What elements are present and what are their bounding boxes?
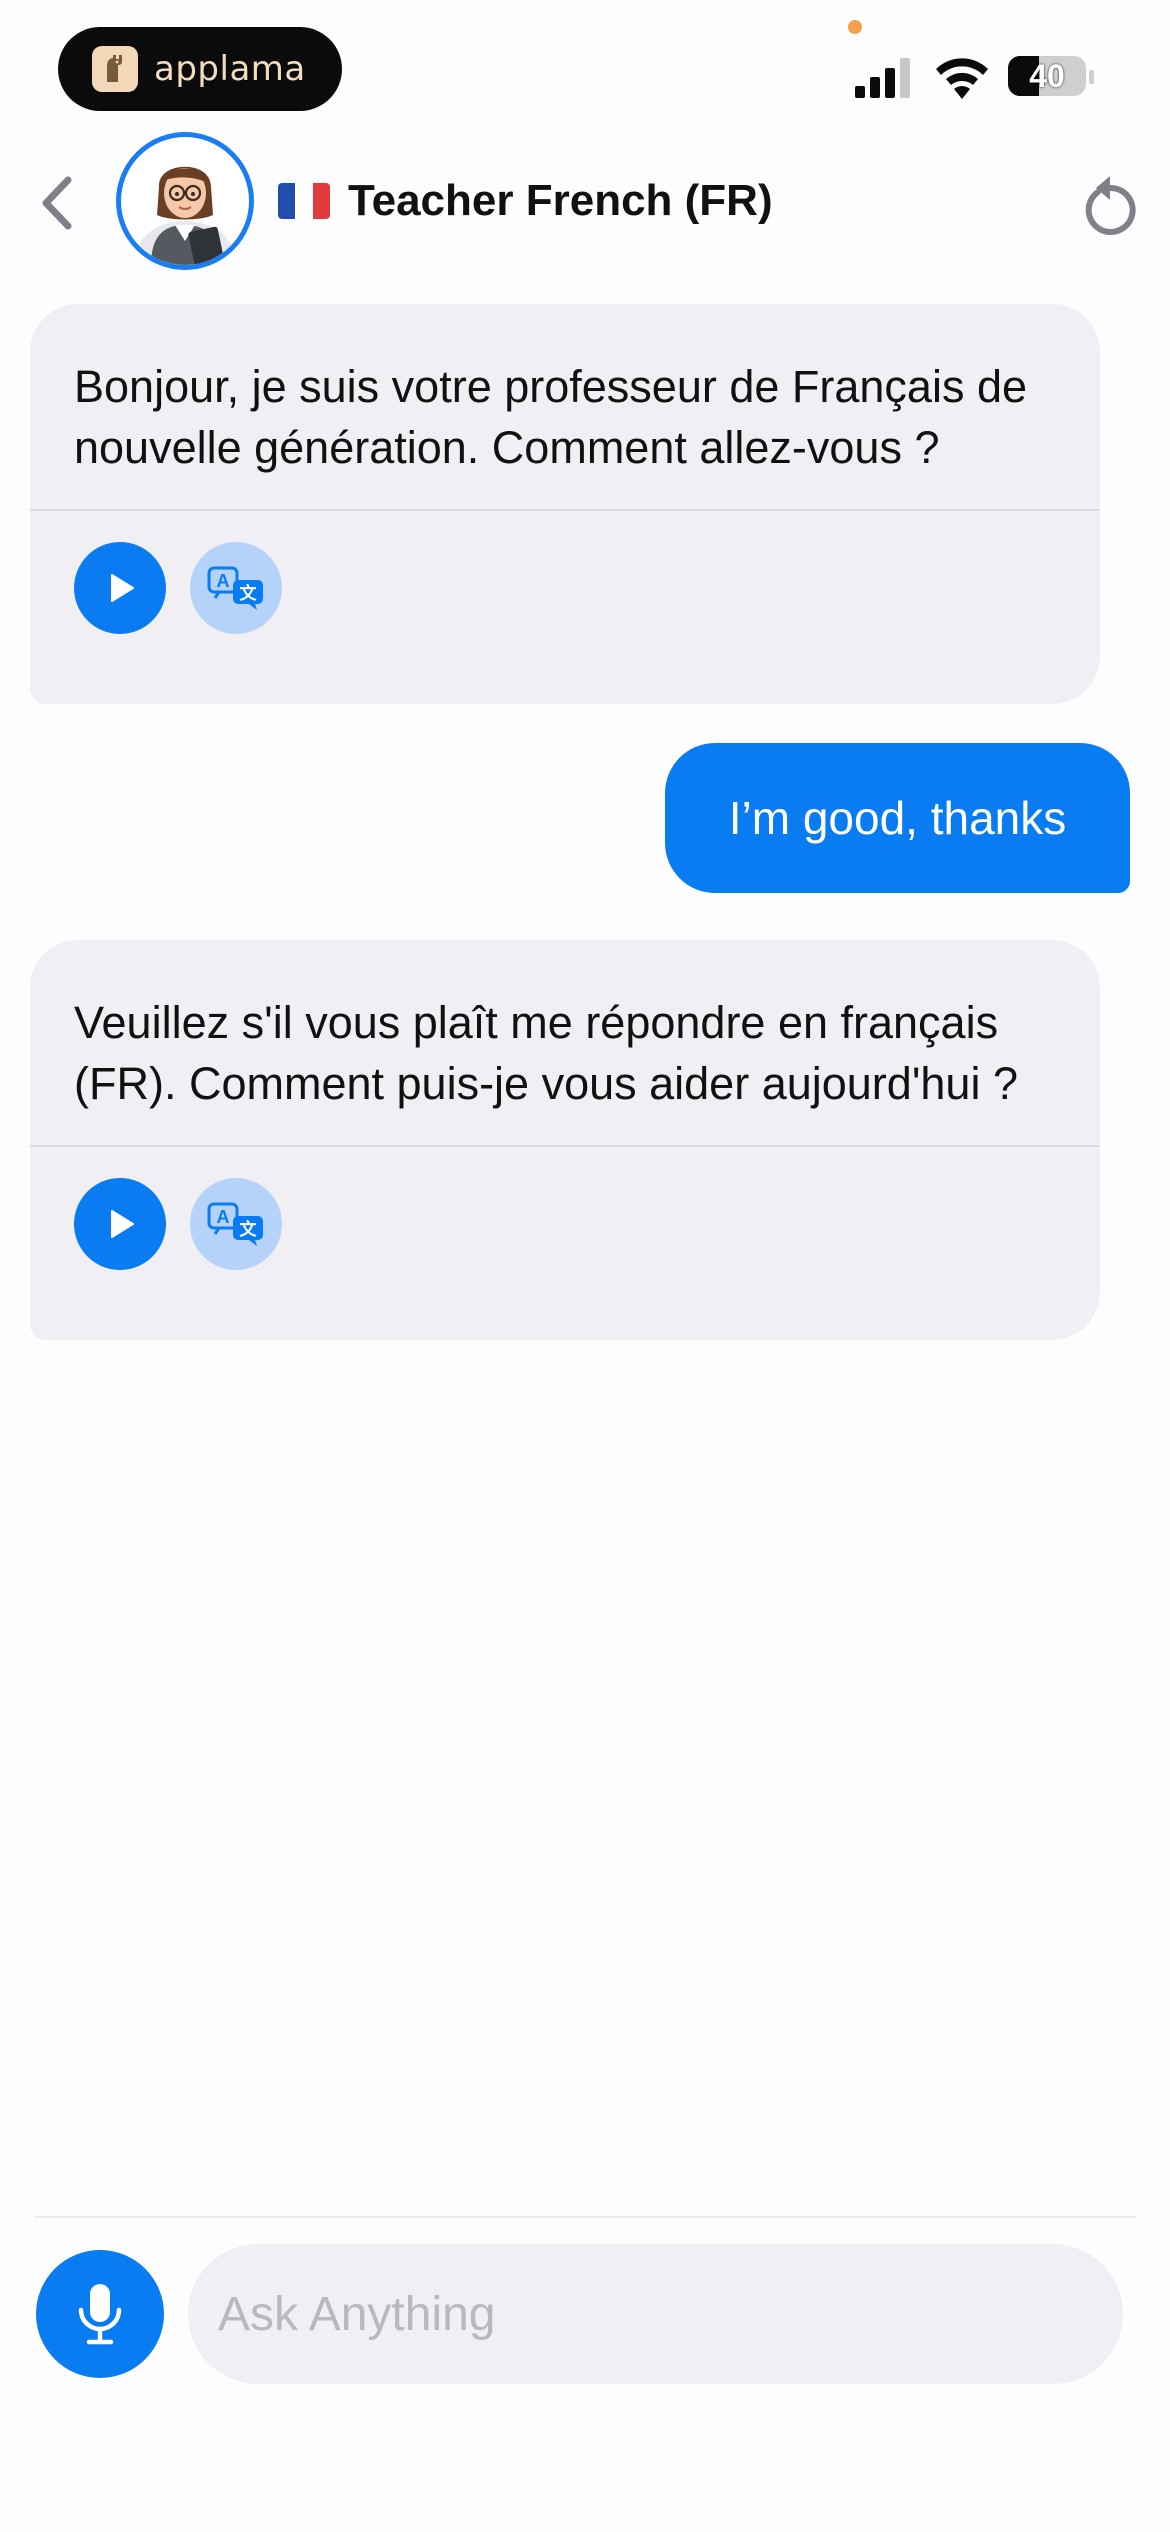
avatar[interactable]: [116, 132, 254, 270]
chat-header: Teacher French (FR): [0, 130, 1170, 280]
ask-anything-input[interactable]: [188, 2244, 1123, 2384]
microphone-button[interactable]: [36, 2250, 164, 2378]
microphone-icon: [78, 2284, 122, 2345]
play-button[interactable]: [74, 542, 166, 634]
llama-logo-icon: [92, 46, 138, 92]
bot-message-text: Veuillez s'il vous plaît me répondre en …: [74, 997, 1018, 1109]
status-bar: applama 40: [0, 0, 1170, 130]
svg-text:A: A: [217, 571, 230, 591]
message-actions: A 文: [30, 511, 1100, 651]
translate-icon: A 文: [207, 566, 263, 610]
privacy-indicator-dot: [848, 20, 862, 34]
translate-button[interactable]: A 文: [190, 1178, 282, 1270]
battery-icon: 40: [1008, 56, 1086, 96]
chat-title-row: Teacher French (FR): [278, 166, 773, 236]
play-icon: [111, 1210, 134, 1238]
translate-button[interactable]: A 文: [190, 542, 282, 634]
battery-level: 40: [1029, 58, 1065, 94]
reset-arrow-icon[interactable]: [1080, 172, 1140, 238]
play-icon: [111, 574, 134, 602]
message-actions: A 文: [30, 1147, 1100, 1287]
app-badge-label: applama: [154, 49, 306, 89]
app-badge[interactable]: applama: [58, 27, 342, 111]
chevron-left-icon[interactable]: [30, 168, 84, 238]
bot-message: Bonjour, je suis votre professeur de Fra…: [30, 304, 1100, 704]
svg-text:文: 文: [240, 1219, 258, 1240]
bot-message: Veuillez s'il vous plaît me répondre en …: [30, 940, 1100, 1340]
translate-icon: A 文: [207, 1202, 263, 1246]
input-divider: [34, 2216, 1136, 2218]
user-message: I’m good, thanks: [665, 743, 1130, 893]
cellular-signal-icon: [855, 58, 910, 98]
bot-message-text: Bonjour, je suis votre professeur de Fra…: [74, 361, 1027, 473]
french-flag-icon: [278, 183, 330, 219]
svg-text:文: 文: [240, 583, 258, 604]
svg-text:A: A: [217, 1207, 230, 1227]
battery-cap: [1089, 70, 1094, 84]
play-button[interactable]: [74, 1178, 166, 1270]
page-title: Teacher French (FR): [348, 176, 773, 225]
teacher-avatar-icon: [137, 166, 233, 265]
wifi-icon: [936, 58, 988, 99]
